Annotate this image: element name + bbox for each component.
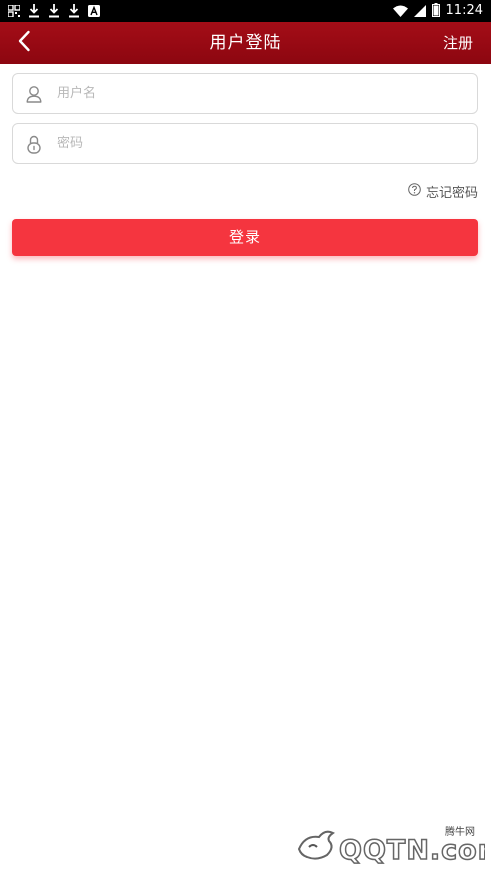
- watermark-en-text: QQTN.com: [339, 835, 485, 866]
- app-a-icon: [88, 5, 100, 17]
- battery-icon: [431, 2, 440, 21]
- forgot-password-link[interactable]: 忘记密码: [408, 181, 478, 201]
- password-field[interactable]: [12, 123, 478, 164]
- wifi-icon: [392, 2, 408, 21]
- username-input[interactable]: [57, 74, 457, 113]
- password-input[interactable]: [57, 124, 457, 163]
- forgot-password-label: 忘记密码: [425, 185, 478, 201]
- signal-icon: [413, 2, 426, 21]
- username-field[interactable]: [12, 73, 478, 114]
- download-icon: [28, 4, 40, 18]
- status-time: 11:24: [445, 3, 483, 18]
- download-icon: [68, 4, 80, 18]
- lock-icon: [25, 134, 43, 154]
- watermark: 腾牛网 QQTN.com: [295, 823, 491, 867]
- question-circle-icon: [408, 182, 421, 200]
- status-bar: 11:24: [0, 0, 491, 22]
- status-bar-left-icons: [8, 3, 100, 19]
- user-icon: [25, 84, 43, 104]
- login-button[interactable]: 登录: [12, 219, 478, 256]
- login-screen: 11:24 用户登陆 注册 用户名 忘记密码 登录 腾牛网 QQTN.co: [0, 0, 491, 873]
- nav-bar: 用户登陆 注册: [0, 22, 491, 64]
- qr-code-icon: [8, 5, 20, 17]
- download-icon: [48, 4, 60, 18]
- status-bar-right: 11:24: [392, 0, 483, 22]
- watermark-cn-text: 腾牛网: [445, 827, 475, 838]
- register-button[interactable]: 注册: [443, 22, 473, 64]
- page-title: 用户登陆: [209, 33, 282, 53]
